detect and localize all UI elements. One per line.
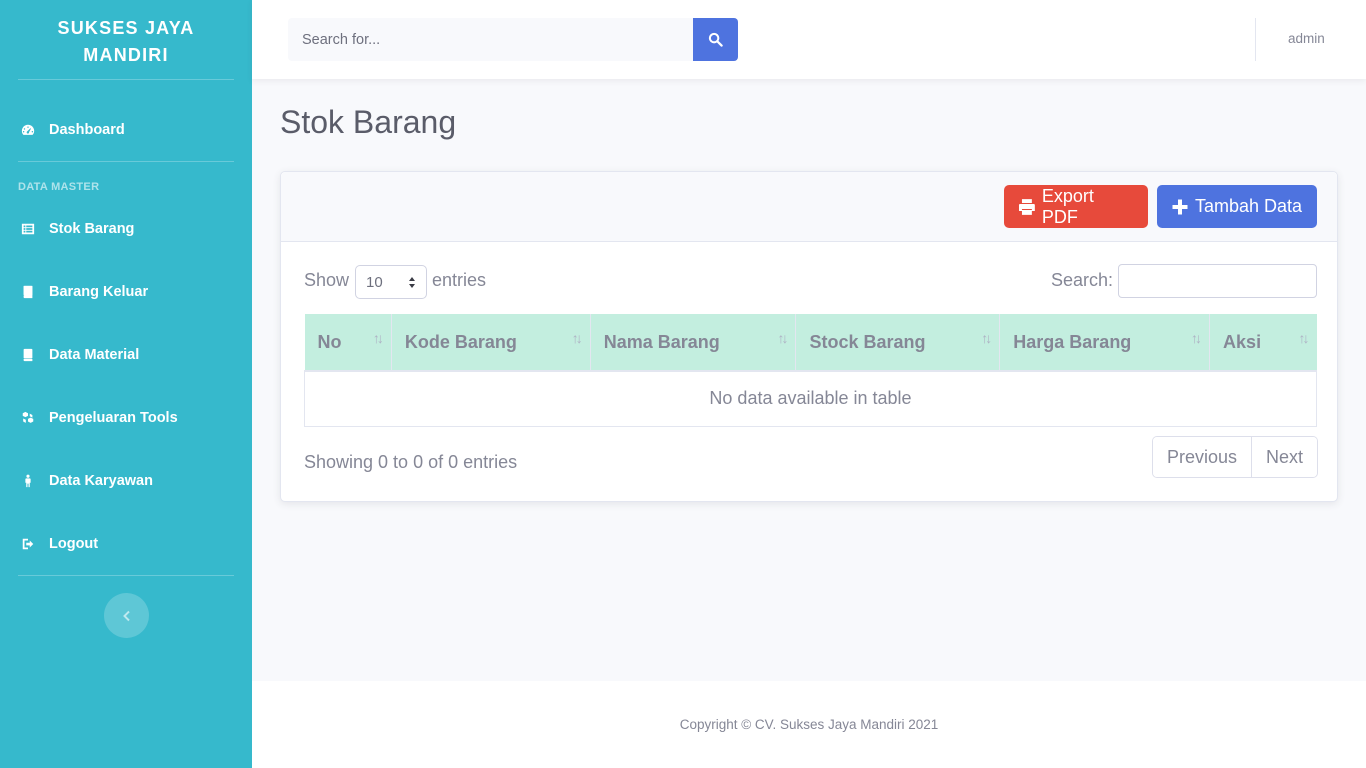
search-icon	[708, 32, 723, 47]
data-card: Export PDF Tambah Data Show 10 entries S…	[280, 171, 1338, 502]
table-search-label: Search:	[1051, 270, 1114, 290]
column-label: Stock Barang	[809, 331, 926, 352]
sidebar-item-pengeluaran-tools[interactable]: Pengeluaran Tools	[18, 403, 234, 433]
sort-icon: ↑↓	[372, 330, 384, 346]
show-label: Show	[304, 270, 350, 290]
male-icon	[20, 473, 36, 489]
column-label: Kode Barang	[404, 331, 517, 352]
sign-out-icon	[20, 536, 36, 552]
cubes-icon	[20, 410, 36, 426]
select-arrows-icon	[409, 277, 415, 288]
table-row: No data available in table	[304, 371, 1317, 427]
search-input[interactable]	[288, 18, 693, 61]
sort-icon: ↑↓	[777, 330, 788, 346]
book-icon	[20, 284, 36, 300]
entries-label: entries	[432, 270, 487, 290]
column-label: Nama Barang	[603, 331, 720, 352]
sidebar-heading: DATA MASTER	[18, 181, 100, 193]
next-button[interactable]: Next	[1251, 437, 1318, 477]
brand-title[interactable]: SUKSES JAYA MANDIRI	[18, 0, 234, 80]
sort-icon: ↑↓	[1298, 330, 1310, 346]
copyright-text: Copyright © CV. Sukses Jaya Mandiri 2021	[679, 717, 939, 732]
tachometer-icon	[20, 122, 36, 138]
sort-icon: ↑↓	[981, 330, 992, 346]
user-menu[interactable]: admin	[1288, 31, 1325, 46]
sidebar-divider	[18, 575, 234, 576]
topbar-divider	[1255, 18, 1256, 61]
column-header-harga-barang[interactable]: Harga Barang ↑↓	[999, 314, 1211, 372]
sidebar-item-label: Data Karyawan	[49, 473, 153, 489]
column-header-kode-barang[interactable]: Kode Barang ↑↓	[391, 314, 591, 372]
list-alt-icon	[20, 221, 36, 237]
sidebar-item-label: Data Material	[49, 347, 140, 363]
sidebar-item-label: Stok Barang	[49, 221, 135, 237]
sidebar-item-label: Dashboard	[49, 122, 125, 138]
search-button[interactable]	[693, 18, 738, 61]
sidebar-item-data-karyawan[interactable]: Data Karyawan	[18, 466, 234, 496]
sidebar-toggle-button[interactable]	[104, 593, 149, 638]
pagination: Previous Next	[1152, 436, 1319, 478]
sidebar-item-label: Barang Keluar	[49, 284, 149, 300]
export-pdf-label: Export PDF	[1041, 185, 1094, 227]
table-search-input[interactable]	[1118, 264, 1317, 298]
previous-button[interactable]: Previous	[1153, 437, 1252, 477]
empty-table-message: No data available in table	[304, 371, 1317, 427]
column-header-nama-barang[interactable]: Nama Barang ↑↓	[590, 314, 797, 372]
sidebar-item-label: Logout	[49, 536, 99, 552]
column-header-aksi[interactable]: Aksi ↑↓	[1209, 314, 1317, 372]
data-table: No ↑↓ Kode Barang ↑↓ Nama Barang ↑↓ Stock B…	[304, 314, 1317, 427]
sidebar: SUKSES JAYA MANDIRI Dashboard DATA MASTE…	[0, 0, 252, 768]
print-icon	[1018, 198, 1035, 215]
topbar: admin	[252, 0, 1366, 79]
footer: Copyright © CV. Sukses Jaya Mandiri 2021	[252, 681, 1366, 768]
plus-icon	[1172, 199, 1188, 214]
column-header-stock-barang[interactable]: Stock Barang ↑↓	[795, 314, 1001, 372]
sidebar-item-data-material[interactable]: Data Material	[18, 340, 234, 370]
card-header: Export PDF Tambah Data	[281, 172, 1337, 242]
page-title: Stok Barang	[280, 104, 457, 140]
column-label: No	[317, 331, 342, 352]
table-info: Showing 0 to 0 of 0 entries	[304, 452, 518, 472]
column-label: Aksi	[1223, 331, 1262, 352]
chevron-left-icon	[122, 610, 130, 621]
sort-icon: ↑↓	[571, 330, 583, 346]
column-header-no[interactable]: No ↑↓	[304, 314, 392, 372]
sidebar-item-barang-keluar[interactable]: Barang Keluar	[18, 277, 234, 307]
page-size-value: 10	[366, 273, 383, 291]
sidebar-divider	[18, 161, 234, 162]
book-icon	[20, 347, 36, 363]
add-data-label: Tambah Data	[1195, 196, 1303, 216]
table-header-row: No ↑↓ Kode Barang ↑↓ Nama Barang ↑↓ Stock B…	[304, 314, 1317, 372]
sidebar-item-dashboard[interactable]: Dashboard	[18, 115, 234, 145]
page-size-select[interactable]: 10	[355, 265, 427, 299]
sidebar-item-logout[interactable]: Logout	[18, 529, 234, 559]
column-label: Harga Barang	[1013, 331, 1132, 352]
topbar-search	[288, 18, 738, 61]
sidebar-item-label: Pengeluaran Tools	[49, 410, 178, 426]
export-pdf-button[interactable]: Export PDF	[1004, 185, 1148, 228]
add-data-button[interactable]: Tambah Data	[1157, 185, 1317, 228]
sort-icon: ↑↓	[1191, 330, 1202, 346]
sidebar-item-stok-barang[interactable]: Stok Barang	[18, 214, 234, 244]
